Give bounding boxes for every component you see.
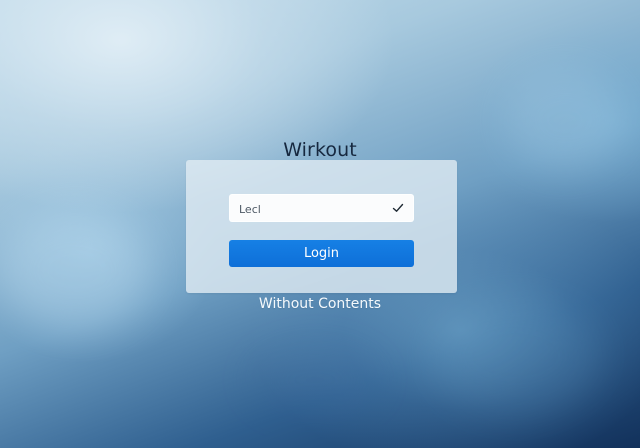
subtitle: Without Contents xyxy=(258,296,382,312)
background-bokeh xyxy=(250,345,380,415)
background-scene: Wirkout Login Without Contents xyxy=(0,0,640,448)
login-input[interactable] xyxy=(239,195,389,223)
login-button[interactable]: Login xyxy=(229,240,414,267)
app-title: Wirkout xyxy=(283,139,357,161)
login-card: Login xyxy=(186,160,457,293)
checkmark-icon xyxy=(392,203,404,212)
login-input-row[interactable] xyxy=(229,194,414,223)
